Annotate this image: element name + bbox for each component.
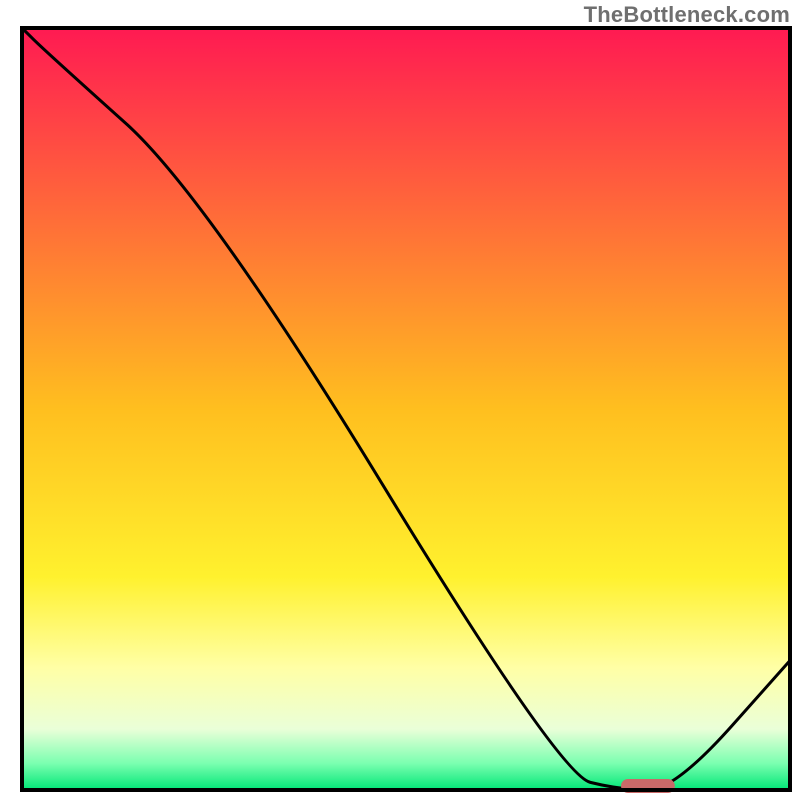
chart-container: TheBottleneck.com	[0, 0, 800, 800]
watermark-text: TheBottleneck.com	[584, 2, 790, 28]
plot-background	[22, 28, 790, 790]
bottleneck-chart	[0, 0, 800, 800]
